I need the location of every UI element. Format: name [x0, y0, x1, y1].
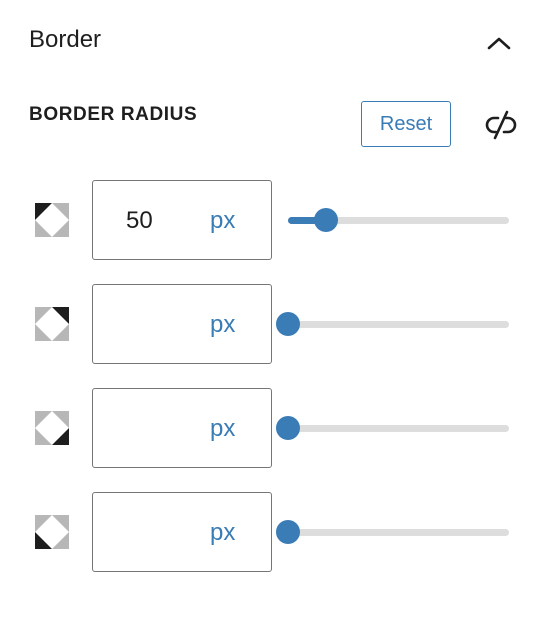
reset-button[interactable]: Reset: [361, 101, 451, 147]
radius-value: 50: [126, 207, 153, 234]
radius-value: [126, 415, 146, 443]
section-label: BORDER RADIUS: [29, 104, 198, 125]
corner-top-right-icon: [35, 307, 69, 341]
slider-track: [288, 321, 509, 328]
unit-select[interactable]: px: [210, 519, 235, 547]
unit-select[interactable]: px: [210, 207, 235, 235]
radius-input-bottom-left[interactable]: px: [92, 492, 272, 572]
radius-slider-top-right[interactable]: [276, 312, 509, 336]
corner-top-left-icon: [35, 203, 69, 237]
radius-value: [126, 519, 146, 547]
panel-title: Border: [29, 26, 102, 53]
radius-slider-top-left[interactable]: [288, 208, 509, 232]
slider-track: [288, 425, 509, 432]
chevron-up-icon: [487, 37, 511, 50]
radius-input-top-right[interactable]: px: [92, 284, 272, 364]
slider-track: [288, 529, 509, 536]
radius-input-top-left[interactable]: 50 px: [92, 180, 272, 260]
radius-slider-bottom-left[interactable]: [276, 520, 509, 544]
radius-row-bottom-left: px: [0, 492, 554, 572]
radius-row-top-right: px: [0, 284, 554, 364]
corner-bottom-right-icon: [35, 411, 69, 445]
border-panel-header: Border: [0, 0, 554, 86]
unlink-sides-button[interactable]: [481, 108, 521, 142]
slider-thumb[interactable]: [276, 416, 300, 440]
unit-select[interactable]: px: [210, 415, 235, 443]
slider-thumb[interactable]: [276, 520, 300, 544]
link-off-icon: [485, 110, 517, 140]
collapse-button[interactable]: [482, 26, 516, 60]
slider-thumb[interactable]: [276, 312, 300, 336]
radius-row-bottom-right: px: [0, 388, 554, 468]
slider-thumb[interactable]: [313, 208, 338, 232]
radius-slider-bottom-right[interactable]: [276, 416, 509, 440]
unit-select[interactable]: px: [210, 311, 235, 339]
radius-row-top-left: 50 px: [0, 180, 554, 260]
radius-value: [126, 311, 146, 339]
corner-bottom-left-icon: [35, 515, 69, 549]
radius-input-bottom-right[interactable]: px: [92, 388, 272, 468]
